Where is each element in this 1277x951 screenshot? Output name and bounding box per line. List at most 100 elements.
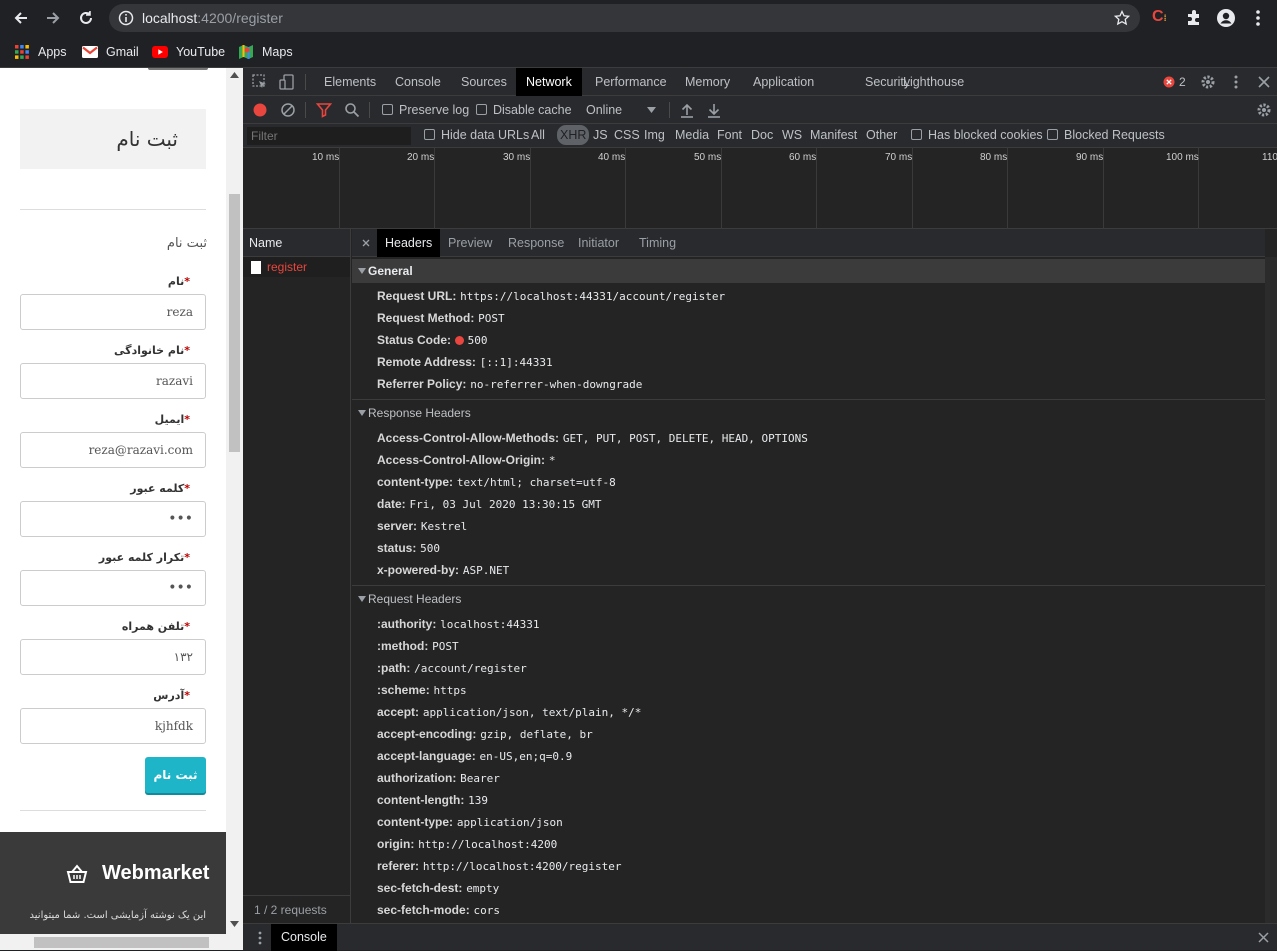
hide-data-urls-checkbox[interactable]: Hide data URLs — [424, 128, 529, 142]
section-request-headers-header[interactable]: Request Headers — [352, 587, 1265, 611]
mobile-input[interactable]: ۱۳۲ — [20, 639, 206, 675]
header-value: http://localhost:4200 — [418, 838, 558, 851]
filter-type-ws[interactable]: WS — [782, 128, 802, 142]
button-label: ثبت نام — [153, 768, 198, 782]
settings-gear-icon[interactable] — [1200, 74, 1216, 90]
filter-input[interactable] — [247, 127, 411, 145]
filter-funnel-icon[interactable] — [316, 102, 332, 118]
filter-type-doc[interactable]: Doc — [751, 128, 773, 142]
filter-type-font[interactable]: Font — [717, 128, 742, 142]
detail-scrollbar[interactable] — [1265, 257, 1277, 923]
request-count-status: 1 / 2 requests — [243, 895, 350, 923]
close-devtools-icon[interactable] — [1258, 76, 1270, 88]
profile-avatar-icon[interactable] — [1216, 8, 1236, 28]
page-vertical-scroll-thumb[interactable] — [229, 194, 240, 452]
input-value: kjhfdk — [154, 719, 193, 733]
scroll-down-arrow-icon[interactable] — [230, 921, 239, 927]
filter-type-js[interactable]: JS — [593, 128, 608, 142]
header-key: Request Method: — [377, 311, 475, 325]
close-drawer-icon[interactable] — [1258, 932, 1269, 943]
register-submit-button[interactable]: ثبت نام — [145, 757, 206, 793]
filter-type-all[interactable]: All — [531, 128, 545, 142]
drawer-tab-console[interactable]: Console — [271, 924, 337, 951]
field-label-address: *آدرس — [153, 689, 190, 702]
bookmark-maps[interactable]: Maps — [238, 42, 293, 62]
devtools-menu-icon[interactable] — [1231, 74, 1241, 90]
import-har-icon[interactable] — [680, 102, 694, 118]
filter-type-other[interactable]: Other — [866, 128, 897, 142]
detail-tab-initiator[interactable]: Initiator — [570, 229, 627, 257]
detail-tab-headers[interactable]: Headers — [377, 229, 441, 257]
tab-separator — [305, 74, 306, 90]
blocked-requests-checkbox[interactable]: Blocked Requests — [1047, 128, 1165, 142]
header-value: en-US,en;q=0.9 — [479, 750, 573, 763]
filter-type-xhr[interactable]: XHR — [557, 125, 590, 145]
detail-tab-response[interactable]: Response — [500, 229, 572, 257]
filter-type-img[interactable]: Img — [644, 128, 665, 142]
close-detail-icon[interactable] — [362, 239, 370, 247]
tab-application[interactable]: Application — [743, 68, 824, 96]
password-input[interactable]: ••• — [20, 501, 206, 537]
throttling-select[interactable]: Online — [586, 103, 622, 117]
reload-button[interactable] — [75, 7, 97, 29]
network-settings-gear-icon[interactable] — [1256, 102, 1272, 118]
dropdown-arrow-icon[interactable] — [647, 107, 656, 113]
tab-memory[interactable]: Memory — [675, 68, 740, 96]
tab-network[interactable]: Network — [516, 68, 582, 96]
clear-icon[interactable] — [280, 102, 296, 118]
filter-type-media[interactable]: Media — [675, 128, 709, 142]
record-icon[interactable] — [252, 102, 268, 118]
header-key: referer: — [377, 859, 420, 873]
search-icon[interactable] — [344, 102, 360, 118]
last-name-input[interactable]: razavi — [20, 363, 206, 399]
divider — [20, 810, 206, 811]
extensions-puzzle-icon[interactable] — [1185, 9, 1203, 27]
header-row: content-type: application/json — [377, 812, 563, 832]
detail-tab-preview[interactable]: Preview — [440, 229, 500, 257]
device-toolbar-icon[interactable] — [279, 74, 295, 90]
browser-menu-icon[interactable] — [1250, 9, 1266, 27]
tab-lighthouse[interactable]: Lighthouse — [893, 68, 974, 96]
tab-console[interactable]: Console — [385, 68, 451, 96]
header-row: Remote Address: [::1]:44331 — [377, 352, 553, 372]
detail-tab-timing[interactable]: Timing — [631, 229, 684, 257]
address-input[interactable]: kjhfdk — [20, 708, 206, 744]
preserve-log-checkbox[interactable]: Preserve log — [382, 103, 469, 117]
first-name-input[interactable]: reza — [20, 294, 206, 330]
has-blocked-cookies-checkbox[interactable]: Has blocked cookies — [911, 128, 1043, 142]
bookmark-star-icon[interactable] — [1114, 10, 1130, 26]
timeline-tick-label: 40 ms — [598, 152, 626, 163]
address-bar[interactable]: localhost:4200/register — [109, 4, 1140, 32]
export-har-icon[interactable] — [707, 102, 721, 118]
drawer-menu-icon[interactable] — [257, 931, 263, 945]
page-horizontal-scroll-thumb[interactable] — [34, 937, 209, 948]
tab-sources[interactable]: Sources — [451, 68, 517, 96]
header-row: content-length: 139 — [377, 790, 488, 810]
back-button[interactable] — [10, 7, 32, 29]
section-general-header[interactable]: General — [352, 259, 1265, 283]
tab-performance[interactable]: Performance — [585, 68, 677, 96]
bookmark-gmail[interactable]: Gmail — [82, 42, 139, 62]
filter-type-manifest[interactable]: Manifest — [810, 128, 857, 142]
name-column-header[interactable]: Name — [243, 229, 350, 257]
network-timeline-overview[interactable]: 10 ms 20 ms 30 ms 40 ms 50 ms 60 ms 70 m… — [243, 148, 1277, 229]
url-text[interactable]: localhost:4200/register — [142, 10, 283, 26]
forward-button[interactable] — [42, 7, 64, 29]
header-value: Kestrel — [420, 520, 468, 533]
info-icon[interactable] — [118, 10, 134, 26]
filter-type-css[interactable]: CSS — [614, 128, 640, 142]
detail-tab-bar: Headers Preview Response Initiator Timin… — [352, 229, 1265, 257]
tab-elements[interactable]: Elements — [314, 68, 386, 96]
bookmark-apps[interactable]: Apps — [14, 42, 67, 62]
bookmark-youtube[interactable]: YouTube — [152, 42, 225, 62]
arrow-left-icon — [14, 12, 27, 24]
request-row-register[interactable]: register — [243, 257, 350, 277]
error-counter[interactable]: 2 — [1163, 75, 1186, 89]
disable-cache-checkbox[interactable]: Disable cache — [476, 103, 572, 117]
inspect-element-icon[interactable] — [252, 74, 268, 90]
email-input[interactable]: reza@razavi.com — [20, 432, 206, 468]
confirm-password-input[interactable]: ••• — [20, 570, 206, 606]
scroll-up-arrow-icon[interactable] — [230, 72, 239, 78]
extension-c-icon[interactable]: C⁞ — [1152, 8, 1172, 28]
section-response-headers-header[interactable]: Response Headers — [352, 401, 1265, 425]
